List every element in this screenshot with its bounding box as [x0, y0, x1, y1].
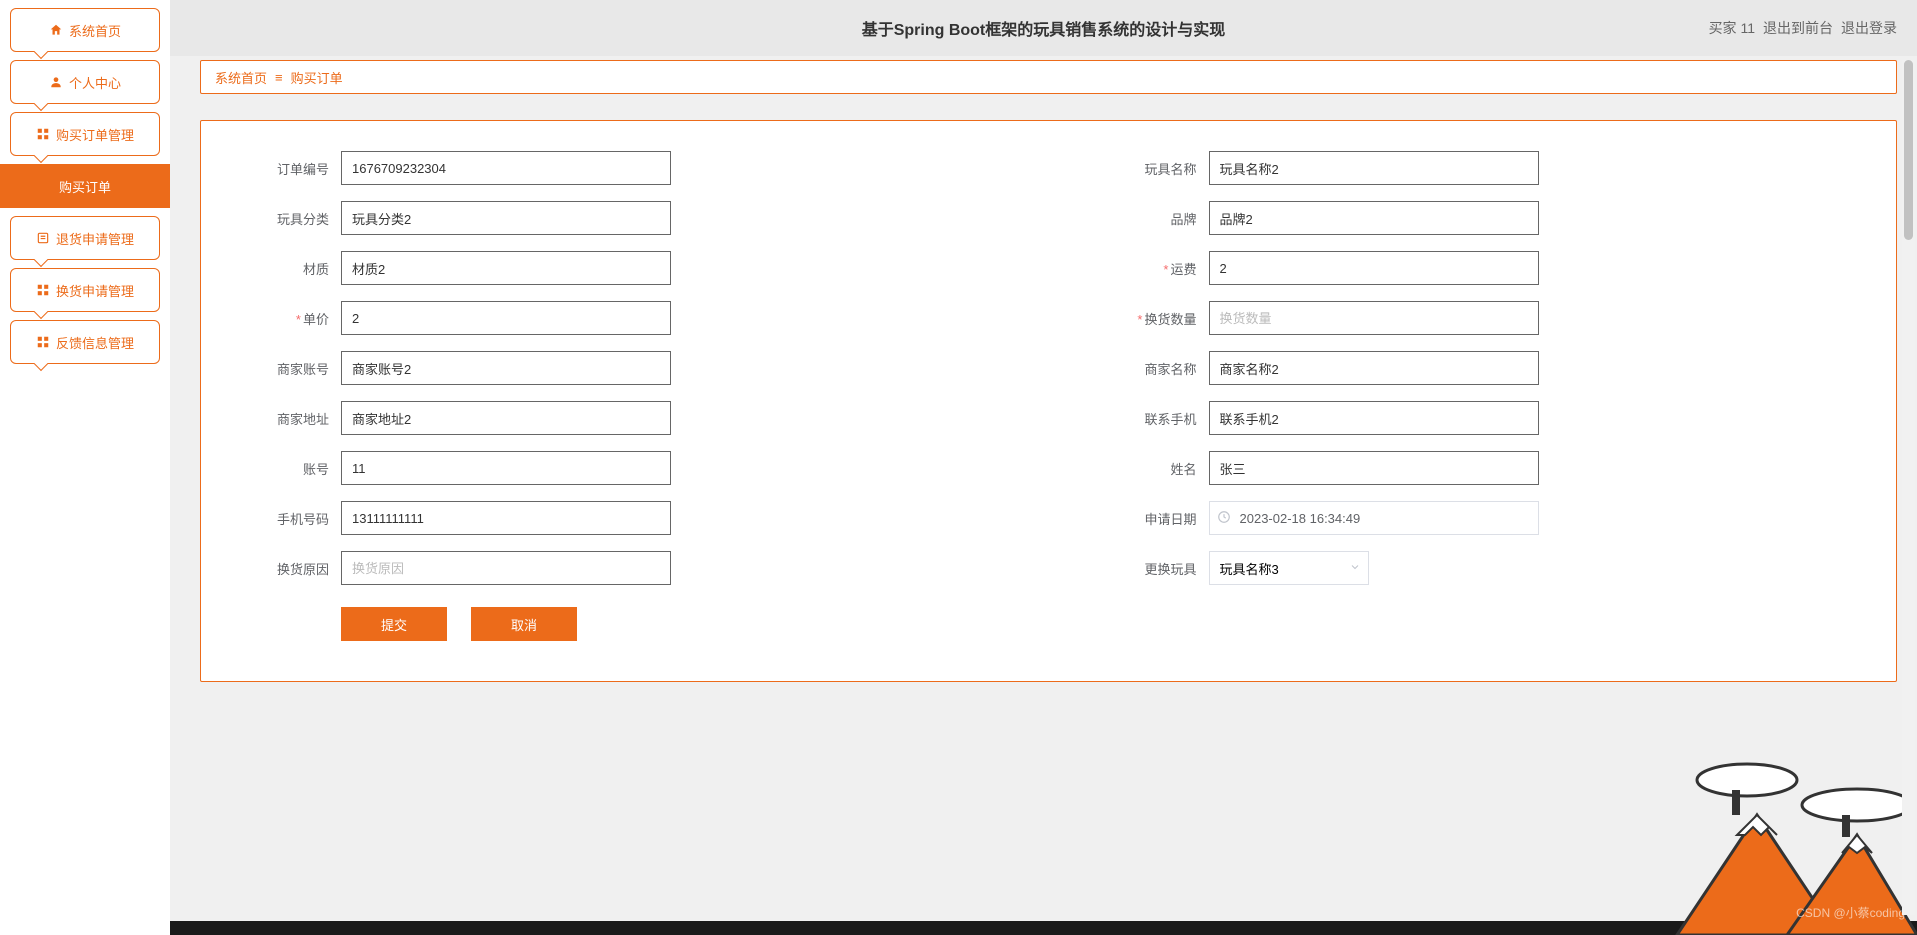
label-shipping: *运费 — [1109, 259, 1209, 278]
input-contact-phone[interactable] — [1209, 401, 1539, 435]
grid-icon — [36, 127, 50, 141]
grid-icon — [36, 335, 50, 349]
breadcrumb-current: 购买订单 — [291, 68, 343, 87]
nav-label: 退货申请管理 — [56, 229, 134, 248]
input-toy-category[interactable] — [341, 201, 671, 235]
header: 基于Spring Boot框架的玩具销售系统的设计与实现 买家 11 退出到前台… — [170, 0, 1917, 56]
home-icon — [49, 23, 63, 37]
label-material: 材质 — [241, 259, 341, 278]
logout-link[interactable]: 退出登录 — [1841, 18, 1897, 38]
list-icon — [36, 231, 50, 245]
form-panel: 订单编号 玩具名称 玩具分类 品牌 材质 *运费 — [200, 120, 1897, 682]
nav-order-mgmt[interactable]: 购买订单管理 — [10, 112, 160, 156]
nav-label: 个人中心 — [69, 73, 121, 92]
grid-icon — [36, 283, 50, 297]
label-seller-name: 商家名称 — [1109, 359, 1209, 378]
label-exchange-qty: *换货数量 — [1109, 309, 1209, 328]
label-seller-address: 商家地址 — [241, 409, 341, 428]
nav-profile[interactable]: 个人中心 — [10, 60, 160, 104]
nav-label: 反馈信息管理 — [56, 333, 134, 352]
input-name[interactable] — [1209, 451, 1539, 485]
input-exchange-qty[interactable] — [1209, 301, 1539, 335]
label-order-no: 订单编号 — [241, 159, 341, 178]
label-exchange-reason: 换货原因 — [241, 559, 341, 578]
nav-return-mgmt[interactable]: 退货申请管理 — [10, 216, 160, 260]
label-toy-name: 玩具名称 — [1109, 159, 1209, 178]
label-name: 姓名 — [1109, 459, 1209, 478]
breadcrumb-sep-icon: ≡ — [275, 70, 283, 85]
input-seller-account[interactable] — [341, 351, 671, 385]
scrollbar[interactable] — [1902, 60, 1915, 915]
watermark: CSDN @小蔡coding — [1796, 904, 1905, 921]
breadcrumb-home[interactable]: 系统首页 — [215, 68, 267, 87]
label-replace-toy: 更换玩具 — [1109, 559, 1209, 578]
user-icon — [49, 75, 63, 89]
select-replace-toy[interactable] — [1209, 551, 1369, 585]
input-shipping[interactable] — [1209, 251, 1539, 285]
label-brand: 品牌 — [1109, 209, 1209, 228]
label-seller-account: 商家账号 — [241, 359, 341, 378]
cancel-button[interactable]: 取消 — [471, 607, 577, 641]
label-apply-date: 申请日期 — [1109, 509, 1209, 528]
sidebar: 系统首页 个人中心 购买订单管理 购买订单 退货申请管理 — [0, 0, 170, 935]
submit-button[interactable]: 提交 — [341, 607, 447, 641]
nav-label: 购买订单 — [59, 177, 111, 196]
footer-bar — [170, 921, 1917, 935]
nav-label: 换货申请管理 — [56, 281, 134, 300]
label-phone: 手机号码 — [241, 509, 341, 528]
breadcrumb: 系统首页 ≡ 购买订单 — [200, 60, 1897, 94]
scrollbar-thumb[interactable] — [1904, 60, 1913, 240]
page-title: 基于Spring Boot框架的玩具销售系统的设计与实现 — [862, 16, 1226, 40]
nav-home[interactable]: 系统首页 — [10, 8, 160, 52]
clock-icon — [1217, 510, 1231, 527]
input-phone[interactable] — [341, 501, 671, 535]
input-order-no[interactable] — [341, 151, 671, 185]
input-seller-address[interactable] — [341, 401, 671, 435]
input-brand[interactable] — [1209, 201, 1539, 235]
label-toy-category: 玩具分类 — [241, 209, 341, 228]
user-label[interactable]: 买家 11 — [1709, 18, 1755, 38]
input-apply-date[interactable] — [1209, 501, 1539, 535]
nav-exchange-mgmt[interactable]: 换货申请管理 — [10, 268, 160, 312]
nav-label: 系统首页 — [69, 21, 121, 40]
input-price[interactable] — [341, 301, 671, 335]
input-toy-name[interactable] — [1209, 151, 1539, 185]
input-account[interactable] — [341, 451, 671, 485]
nav-label: 购买订单管理 — [56, 125, 134, 144]
label-account: 账号 — [241, 459, 341, 478]
input-exchange-reason[interactable] — [341, 551, 671, 585]
label-contact-phone: 联系手机 — [1109, 409, 1209, 428]
logout-front-link[interactable]: 退出到前台 — [1763, 18, 1833, 38]
nav-order-active[interactable]: 购买订单 — [0, 164, 170, 208]
label-price: *单价 — [241, 309, 341, 328]
input-seller-name[interactable] — [1209, 351, 1539, 385]
nav-feedback-mgmt[interactable]: 反馈信息管理 — [10, 320, 160, 364]
input-material[interactable] — [341, 251, 671, 285]
